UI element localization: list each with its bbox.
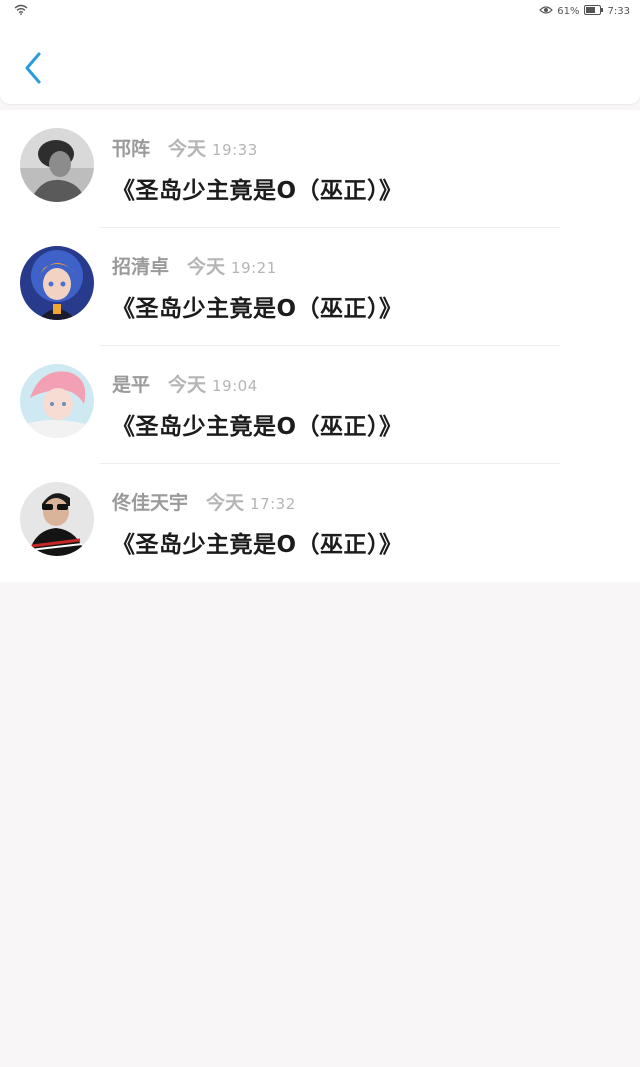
status-indicators: 61% 7:33 [539,4,630,18]
comment-text: 《圣岛少主竟是O（巫正）》 [112,178,403,204]
comment-time: 今天 19:04 [168,374,258,396]
avatar[interactable] [20,128,94,202]
avatar[interactable] [20,364,94,438]
comment-author[interactable]: 邗阵 [112,134,150,161]
status-bar: 61% 7:33 [0,0,640,22]
comment-author[interactable]: 佟佳天宇 [112,488,188,515]
comment-time: 今天 19:21 [187,256,277,278]
status-clock: 7:33 [607,5,630,17]
list-item[interactable]: 佟佳天宇 今天 17:32 《圣岛少主竟是O（巫正）》 [0,464,640,582]
avatar[interactable] [20,482,94,556]
comment-text: 《圣岛少主竟是O（巫正）》 [112,296,403,322]
top-nav-bar [0,22,640,104]
comment-author[interactable]: 招清卓 [112,252,169,279]
comment-author[interactable]: 是平 [112,370,150,397]
avatar[interactable] [20,246,94,320]
list-item[interactable]: 邗阵 今天 19:33 《圣岛少主竟是O（巫正）》 [0,110,640,228]
comment-text: 《圣岛少主竟是O（巫正）》 [112,414,403,440]
comment-text: 《圣岛少主竟是O（巫正）》 [112,532,403,558]
chevron-left-icon [23,51,43,89]
battery-percent: 61% [557,5,580,17]
comment-time: 今天 19:33 [168,138,258,160]
eye-icon [539,5,554,18]
comment-list: 邗阵 今天 19:33 《圣岛少主竟是O（巫正）》 招清卓 今天 19:21 《… [0,110,640,582]
list-item[interactable]: 招清卓 今天 19:21 《圣岛少主竟是O（巫正）》 [0,228,640,346]
comment-time: 今天 17:32 [206,492,296,514]
list-item[interactable]: 是平 今天 19:04 《圣岛少主竟是O（巫正）》 [0,346,640,464]
battery-icon [583,4,604,18]
back-button[interactable] [18,50,48,90]
wifi-icon [14,4,28,18]
